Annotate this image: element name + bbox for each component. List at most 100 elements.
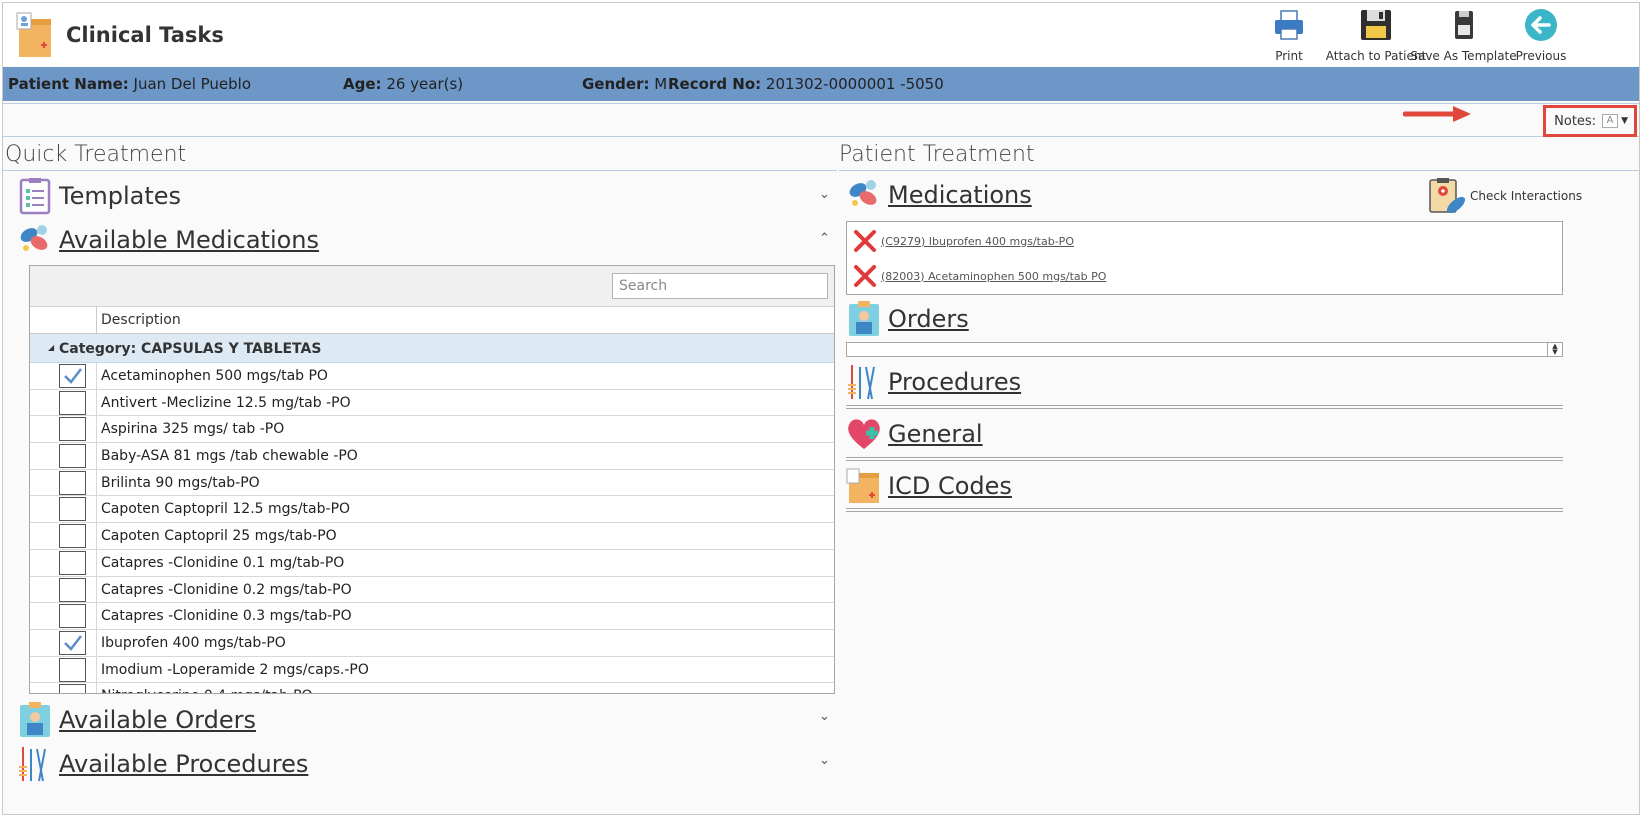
medication-row[interactable]: Capoten Captopril 12.5 mgs/tab-PO xyxy=(30,496,834,524)
patient-medication-item: (82003) Acetaminophen 500 mgs/tab PO xyxy=(853,263,1106,289)
medication-row[interactable]: Brilinta 90 mgs/tab-PO xyxy=(30,469,834,497)
notes-dropdown[interactable]: Notes: A ▼ xyxy=(1543,105,1637,137)
medications-label[interactable]: Medications xyxy=(888,181,1032,209)
available-orders-accordion[interactable]: Available Orders xyxy=(17,700,256,740)
column-divider xyxy=(96,549,97,576)
icd-codes-label[interactable]: ICD Codes xyxy=(888,472,1012,500)
orders-label[interactable]: Orders xyxy=(888,305,969,333)
medication-description: Imodium -Loperamide 2 mgs/caps.-PO xyxy=(101,661,369,678)
row-checkbox[interactable] xyxy=(59,657,86,682)
column-divider xyxy=(96,629,97,656)
medication-description: Baby-ASA 81 mgs /tab chewable -PO xyxy=(101,448,358,465)
save-as-template-button[interactable]: Save As Template xyxy=(1410,7,1517,65)
medication-row[interactable]: Catapres -Clonidine 0.2 mgs/tab-PO xyxy=(30,576,834,604)
medication-row[interactable]: Imodium -Loperamide 2 mgs/caps.-PO xyxy=(30,656,834,684)
medication-description: Catapres -Clonidine 0.2 mgs/tab-PO xyxy=(101,581,352,598)
chevron-down-icon: ▼ xyxy=(1621,116,1628,126)
patient-medication-link[interactable]: (C9279) Ibuprofen 400 mgs/tab-PO xyxy=(881,235,1074,248)
medication-row[interactable]: Nitroglycerine 0.4 mgs/tab-PO xyxy=(30,683,834,693)
collapse-triangle-icon[interactable]: ◢ xyxy=(48,343,54,352)
general-label[interactable]: General xyxy=(888,420,983,448)
patient-medication-link[interactable]: (82003) Acetaminophen 500 mgs/tab PO xyxy=(881,270,1106,283)
chevron-down-icon[interactable]: ⌄ xyxy=(819,753,830,768)
available-medications-accordion[interactable]: Available Medications xyxy=(17,220,319,260)
checkmark-icon xyxy=(64,368,82,384)
available-orders-label[interactable]: Available Orders xyxy=(59,706,256,734)
previous-button[interactable]: Previous xyxy=(1511,7,1571,65)
orders-section[interactable]: Orders xyxy=(846,299,969,339)
record-label: Record No: xyxy=(668,75,762,93)
medication-row[interactable]: Antivert -Meclizine 12.5 mg/tab -PO xyxy=(30,389,834,417)
row-checkbox[interactable] xyxy=(59,470,86,495)
clinical-tasks-icon xyxy=(16,12,51,57)
row-checkbox[interactable] xyxy=(59,684,86,693)
scroll-spinner[interactable]: ▲ ▼ xyxy=(1547,343,1562,356)
notes-bar: Notes: A ▼ xyxy=(3,103,1639,137)
chevron-up-icon[interactable]: ⌃ xyxy=(819,231,830,246)
previous-label: Previous xyxy=(1515,49,1567,63)
row-checkbox[interactable] xyxy=(59,497,86,522)
row-checkbox[interactable] xyxy=(59,417,86,442)
pills-icon xyxy=(849,180,877,206)
patient-medications-list: (C9279) Ibuprofen 400 mgs/tab-PO (82003)… xyxy=(846,221,1563,295)
row-checkbox[interactable] xyxy=(59,604,86,629)
surgical-tools-icon xyxy=(19,747,46,782)
grid-toolbar: Search xyxy=(30,266,834,307)
record-value: 201302-0000001 -5050 xyxy=(765,75,944,93)
medication-description: Capoten Captopril 12.5 mgs/tab-PO xyxy=(101,501,351,518)
header: Clinical Tasks Print Attach to Patient S… xyxy=(3,3,1639,66)
check-interactions-label: Check Interactions xyxy=(1470,189,1583,203)
medication-row[interactable]: Catapres -Clonidine 0.1 mg/tab-PO xyxy=(30,549,834,577)
medication-row[interactable]: Aspirina 325 mgs/ tab -PO xyxy=(30,416,834,444)
medications-section[interactable]: Medications xyxy=(846,175,1032,215)
medications-grid: Search Description ◢ Category: CAPSULAS … xyxy=(29,265,835,694)
column-divider xyxy=(96,416,97,443)
row-checkbox[interactable] xyxy=(59,577,86,602)
medication-description: Ibuprofen 400 mgs/tab-PO xyxy=(101,634,286,651)
templates-label: Templates xyxy=(59,182,182,210)
row-checkbox[interactable] xyxy=(59,364,86,388)
check-interactions-icon xyxy=(1429,178,1466,214)
column-divider xyxy=(96,683,97,693)
medication-row[interactable]: Capoten Captopril 25 mgs/tab-PO xyxy=(30,523,834,550)
row-checkbox[interactable] xyxy=(59,630,86,655)
chevron-down-icon[interactable]: ⌄ xyxy=(819,709,830,724)
row-checkbox[interactable] xyxy=(59,444,86,469)
delete-x-icon[interactable] xyxy=(853,264,877,288)
row-checkbox[interactable] xyxy=(59,524,86,549)
chevron-down-icon[interactable]: ⌄ xyxy=(819,187,830,202)
search-input[interactable]: Search xyxy=(612,273,828,299)
medication-description: Catapres -Clonidine 0.3 mgs/tab-PO xyxy=(101,608,352,625)
gender-value: M xyxy=(654,75,668,93)
description-column-header[interactable]: Description xyxy=(101,312,181,328)
medication-description: Antivert -Meclizine 12.5 mg/tab -PO xyxy=(101,394,351,411)
icd-folder-icon xyxy=(846,468,879,503)
medication-description: Aspirina 325 mgs/ tab -PO xyxy=(101,421,285,438)
procedures-section[interactable]: Procedures xyxy=(846,362,1021,402)
general-section[interactable]: General xyxy=(846,414,983,454)
column-divider xyxy=(96,523,97,549)
row-checkbox[interactable] xyxy=(59,550,86,575)
column-divider xyxy=(96,603,97,629)
available-procedures-accordion[interactable]: Available Procedures xyxy=(17,744,308,784)
column-divider xyxy=(96,307,97,334)
medication-row[interactable]: Baby-ASA 81 mgs /tab chewable -PO xyxy=(30,443,834,470)
available-medications-label[interactable]: Available Medications xyxy=(59,226,319,254)
medication-row[interactable]: Acetaminophen 500 mgs/tab PO xyxy=(30,363,834,390)
quick-treatment-title: Quick Treatment xyxy=(5,142,187,167)
available-procedures-label[interactable]: Available Procedures xyxy=(59,750,308,778)
row-checkbox[interactable] xyxy=(59,390,86,415)
print-button[interactable]: Print xyxy=(1266,7,1312,65)
delete-x-icon[interactable] xyxy=(853,229,877,253)
templates-accordion[interactable]: Templates xyxy=(17,176,181,216)
medication-row[interactable]: Ibuprofen 400 mgs/tab-PO xyxy=(30,629,834,657)
patient-name-value: Juan Del Pueblo xyxy=(133,75,252,93)
category-group-row[interactable]: ◢ Category: CAPSULAS Y TABLETAS xyxy=(30,334,834,363)
procedures-label[interactable]: Procedures xyxy=(888,368,1021,396)
icd-codes-section[interactable]: ICD Codes xyxy=(846,466,1012,506)
save-as-template-label: Save As Template xyxy=(1410,49,1517,63)
check-interactions-button[interactable]: Check Interactions xyxy=(1428,177,1582,215)
column-divider xyxy=(96,576,97,603)
medication-row[interactable]: Catapres -Clonidine 0.3 mgs/tab-PO xyxy=(30,603,834,630)
column-divider xyxy=(96,469,97,496)
